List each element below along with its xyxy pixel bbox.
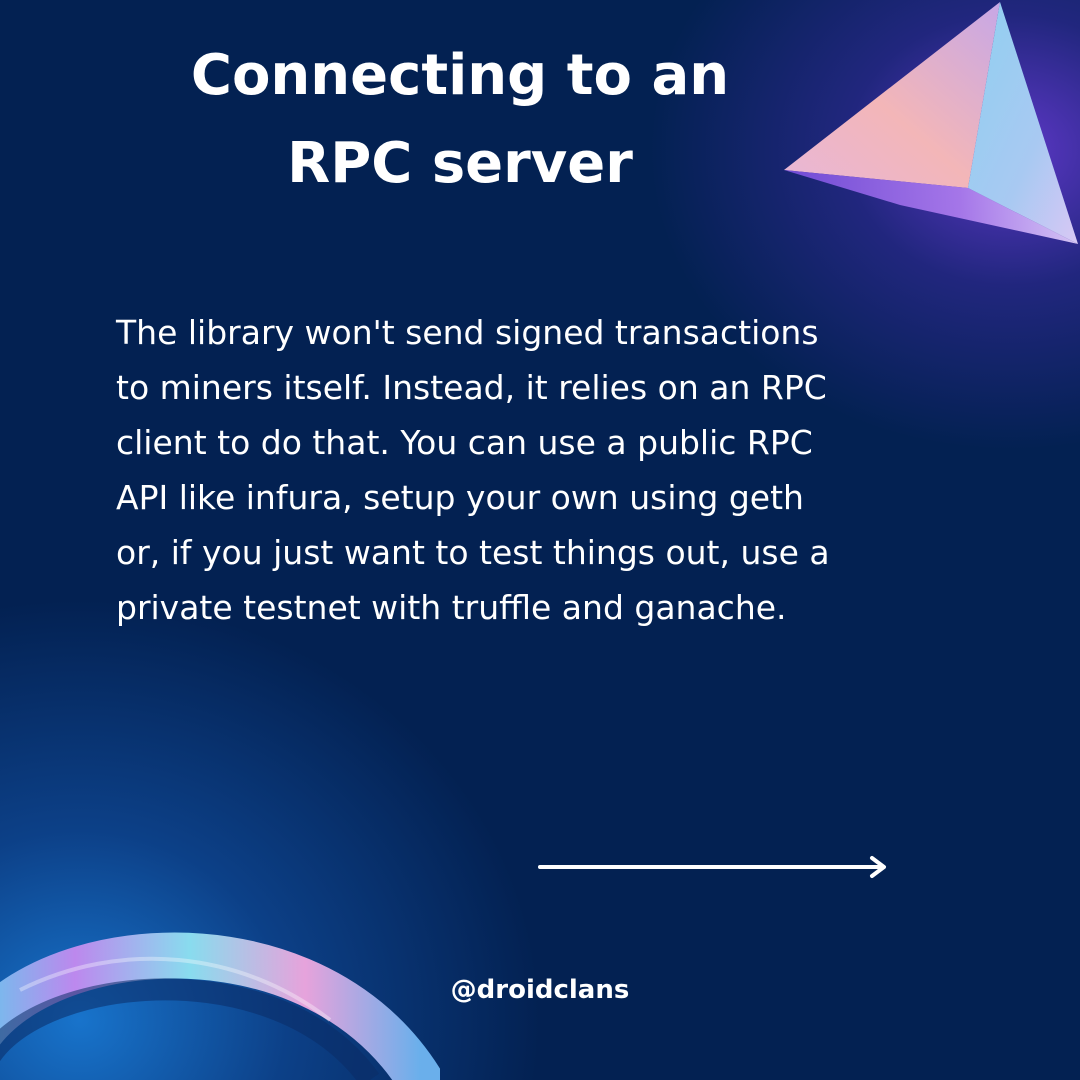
slide-body-text: The library won't send signed transactio…	[116, 313, 830, 627]
arrow-right-icon[interactable]	[538, 854, 890, 880]
slide-title: Connecting to an RPC server	[190, 43, 730, 196]
pyramid-graphic	[784, 2, 1078, 244]
social-handle: @droidclans	[450, 975, 630, 1005]
